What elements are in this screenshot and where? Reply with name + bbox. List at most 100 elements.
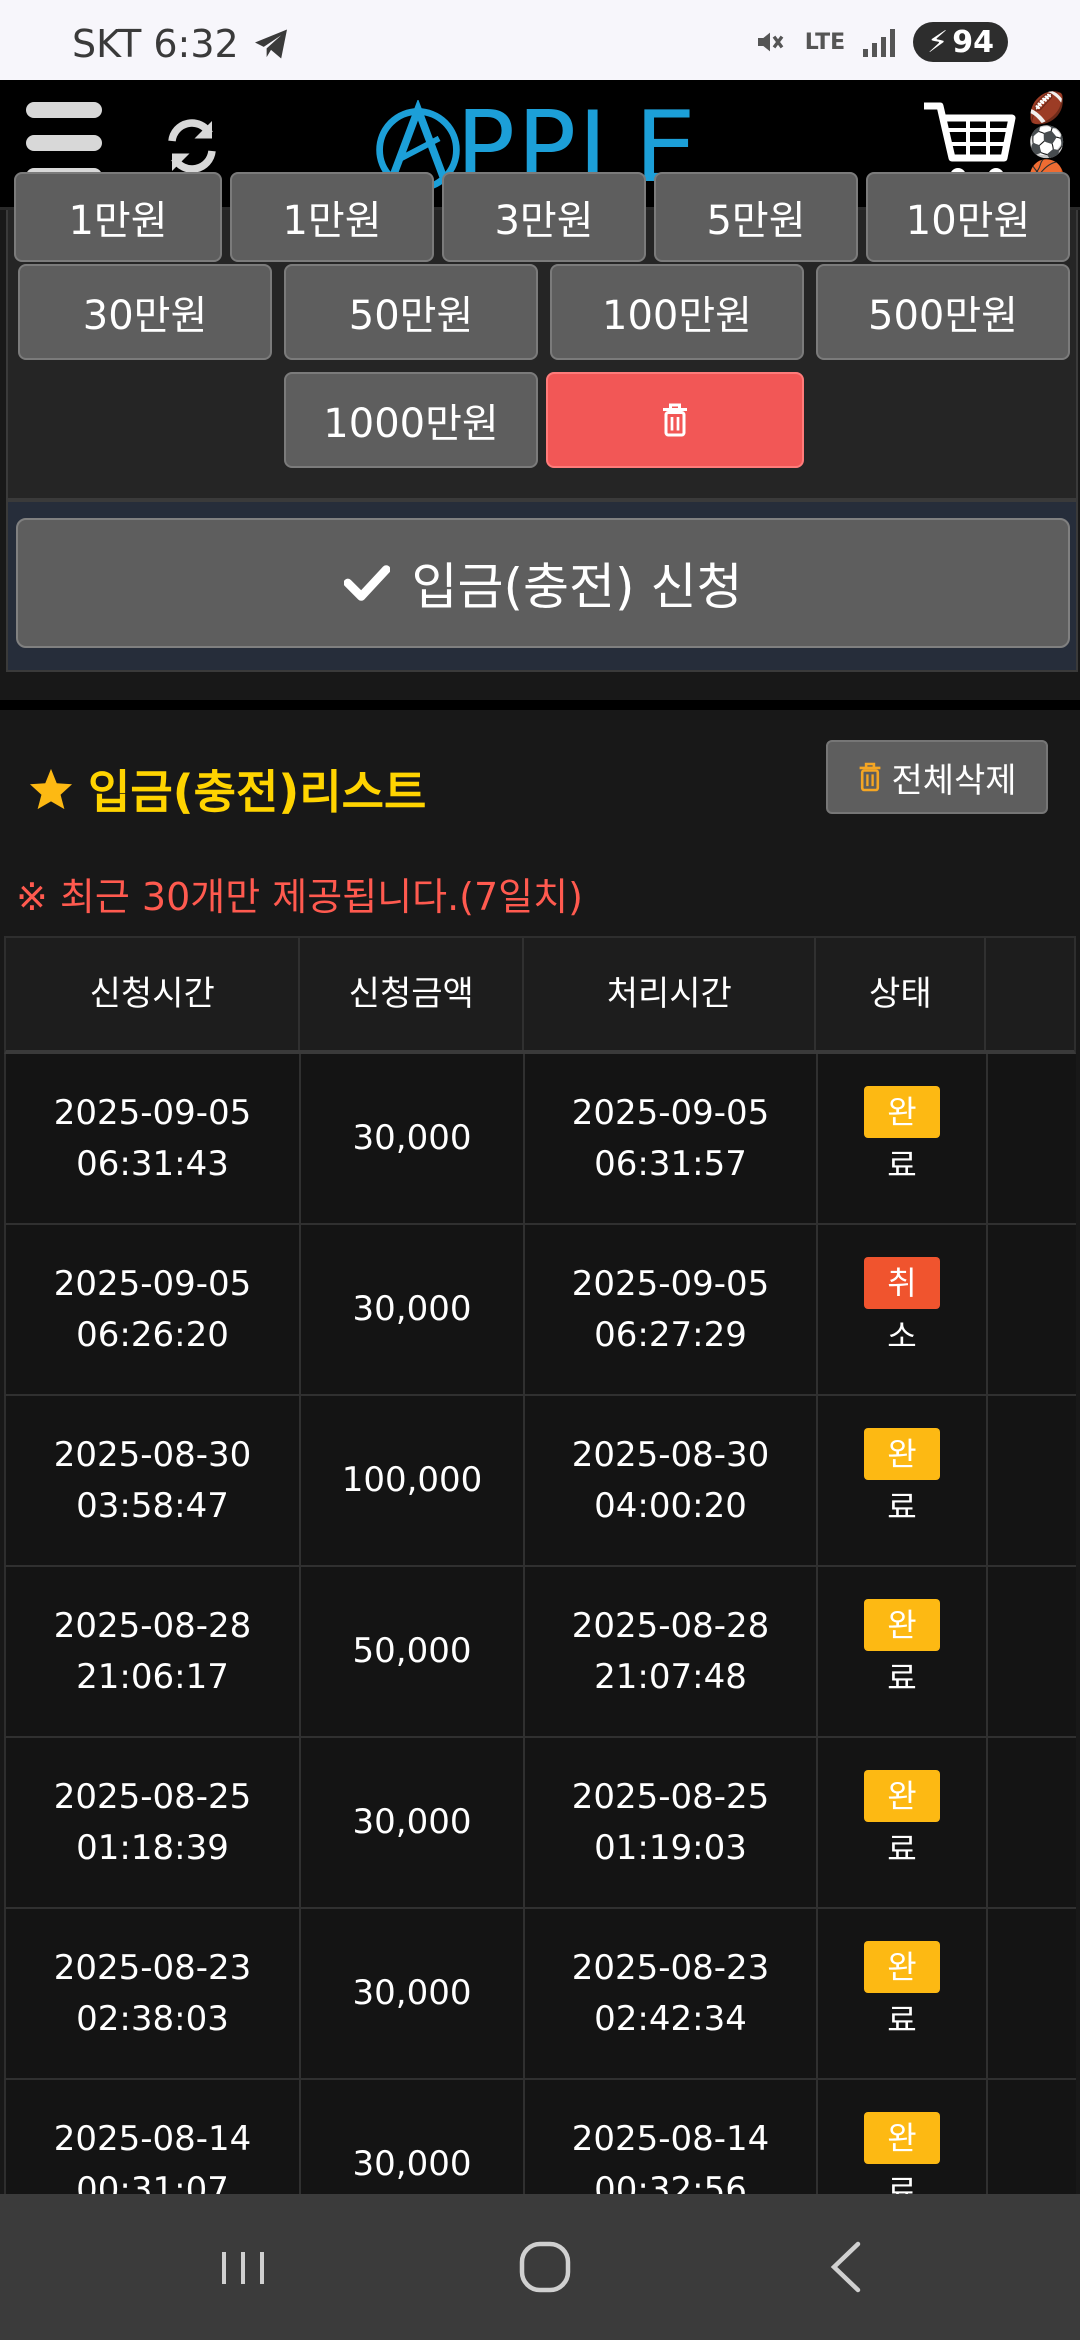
request-clock: 03:58:47 (76, 1485, 229, 1526)
process-time-cell: 2025-09-05 06:27:29 (525, 1225, 818, 1394)
process-date: 2025-08-28 (571, 1605, 770, 1646)
request-date: 2025-09-05 (53, 1092, 252, 1133)
status-cell: 완료 (818, 1738, 988, 1907)
process-date: 2025-09-05 (571, 1263, 770, 1304)
status-suffix: 료 (887, 1659, 917, 1697)
status-cell: 완료 (818, 1909, 988, 2078)
amount-button-1000[interactable]: 1000만원 (284, 372, 538, 468)
process-date: 2025-08-23 (571, 1947, 770, 1988)
process-date: 2025-08-30 (571, 1434, 770, 1475)
amount-button[interactable]: 5만원 (654, 172, 858, 262)
amount-cell: 30,000 (301, 1909, 525, 2078)
request-time-cell: 2025-09-05 06:31:43 (6, 1054, 301, 1223)
list-notice: ※ 최근 30개만 제공됩니다.(7일치) (16, 875, 583, 919)
header-process-time: 처리시간 (524, 938, 817, 1050)
table-row: 2025-08-28 21:06:17 50,000 2025-08-28 21:07:… (4, 1567, 1076, 1738)
battery-indicator: ⚡ 94 (913, 22, 1008, 62)
process-time-cell: 2025-09-05 06:31:57 (525, 1054, 818, 1223)
status-badge: 완 (864, 1941, 940, 1993)
charging-icon: ⚡ (927, 24, 949, 60)
process-clock: 06:31:57 (594, 1143, 747, 1184)
deposit-list-heading: 입금(충전)리스트 (28, 756, 426, 822)
status-bar: SKT 6:32 LTE ⚡ 94 (0, 0, 1080, 80)
status-cell: 완료 (818, 1567, 988, 1736)
amount-button[interactable]: 1만원 (14, 172, 222, 262)
amount-button-100[interactable]: 100만원 (550, 264, 804, 360)
amount-button-500[interactable]: 500만원 (816, 264, 1070, 360)
request-date: 2025-08-30 (53, 1434, 252, 1475)
signal-icon (863, 27, 896, 57)
deposit-list-title: 입금(충전)리스트 (88, 765, 427, 819)
amount-cell: 30,000 (301, 1054, 525, 1223)
action-cell (988, 1054, 1076, 1223)
delete-all-button[interactable]: 전체삭제 (826, 740, 1048, 814)
system-nav-bar (0, 2194, 1080, 2340)
mute-icon (757, 32, 784, 52)
deposit-table: 신청시간 신청금액 처리시간 상태 2025-09-05 06:31:43 30,0… (4, 936, 1076, 2251)
amount-button[interactable]: 1만원 (230, 172, 434, 262)
request-clock: 21:06:17 (76, 1656, 229, 1697)
header-status: 상태 (816, 938, 987, 1050)
amount-button[interactable]: 10만원 (866, 172, 1070, 262)
table-row: 2025-08-30 03:58:47 100,000 2025-08-30 04:00… (4, 1396, 1076, 1567)
amount-cell: 30,000 (301, 1738, 525, 1907)
status-badge: 완 (864, 2112, 940, 2164)
delete-all-label: 전체삭제 (891, 760, 1017, 801)
header-request-time: 신청시간 (6, 938, 301, 1050)
amount-cell: 30,000 (301, 1225, 525, 1394)
request-time-cell: 2025-08-23 02:38:03 (6, 1909, 301, 2078)
table-row: 2025-09-05 06:26:20 30,000 2025-09-05 06:27:… (4, 1225, 1076, 1396)
request-clock: 01:18:39 (76, 1827, 229, 1868)
request-clock: 06:26:20 (76, 1314, 229, 1355)
process-clock: 01:19:03 (594, 1827, 747, 1868)
process-date: 2025-09-05 (571, 1092, 770, 1133)
clear-amount-button[interactable] (546, 372, 804, 468)
home-icon[interactable] (510, 2234, 580, 2300)
amount-button-30[interactable]: 30만원 (18, 264, 272, 360)
process-clock: 04:00:20 (594, 1485, 747, 1526)
process-clock: 02:42:34 (594, 1998, 747, 2039)
section-divider (0, 700, 1080, 710)
network-type: LTE (804, 29, 846, 55)
status-cell: 완료 (818, 1054, 988, 1223)
status-suffix: 료 (887, 1488, 917, 1526)
amount-cell: 100,000 (301, 1396, 525, 1565)
request-time-cell: 2025-09-05 06:26:20 (6, 1225, 301, 1394)
deposit-request-label: 입금(충전) 신청 (411, 558, 743, 616)
back-icon[interactable] (812, 2234, 882, 2300)
deposit-request-button[interactable]: 입금(충전) 신청 (16, 518, 1070, 648)
status-suffix: 료 (887, 2001, 917, 2039)
request-clock: 06:31:43 (76, 1143, 229, 1184)
request-time-cell: 2025-08-25 01:18:39 (6, 1738, 301, 1907)
process-clock: 06:27:29 (594, 1314, 747, 1355)
status-suffix: 료 (887, 1830, 917, 1868)
table-row: 2025-09-05 06:31:43 30,000 2025-09-05 06:31:… (4, 1054, 1076, 1225)
amount-button-50[interactable]: 50만원 (284, 264, 538, 360)
status-badge: 완 (864, 1770, 940, 1822)
status-left: SKT 6:32 (72, 22, 289, 66)
status-badge: 완 (864, 1086, 940, 1138)
submit-container: 입금(충전) 신청 (6, 500, 1078, 672)
request-clock: 02:38:03 (76, 1998, 229, 2039)
trash-icon (860, 762, 881, 792)
status-suffix: 소 (887, 1317, 917, 1355)
process-date: 2025-08-25 (571, 1776, 770, 1817)
request-date: 2025-08-25 (53, 1776, 252, 1817)
amount-cell: 50,000 (301, 1567, 525, 1736)
process-time-cell: 2025-08-28 21:07:48 (525, 1567, 818, 1736)
request-date: 2025-08-23 (53, 1947, 252, 1988)
telegram-icon (254, 29, 287, 59)
status-badge: 완 (864, 1599, 940, 1651)
status-cell: 완료 (818, 1396, 988, 1565)
amount-button[interactable]: 3만원 (442, 172, 646, 262)
table-header: 신청시간 신청금액 처리시간 상태 (4, 936, 1076, 1054)
status-badge: 취 (864, 1257, 940, 1309)
request-date: 2025-08-28 (53, 1605, 252, 1646)
action-cell (988, 1909, 1076, 2078)
process-clock: 21:07:48 (594, 1656, 747, 1697)
refresh-icon[interactable] (162, 116, 222, 176)
request-time-cell: 2025-08-30 03:58:47 (6, 1396, 301, 1565)
process-date: 2025-08-14 (571, 2118, 770, 2159)
status-cell: 취소 (818, 1225, 988, 1394)
recent-apps-icon[interactable] (208, 2234, 278, 2300)
